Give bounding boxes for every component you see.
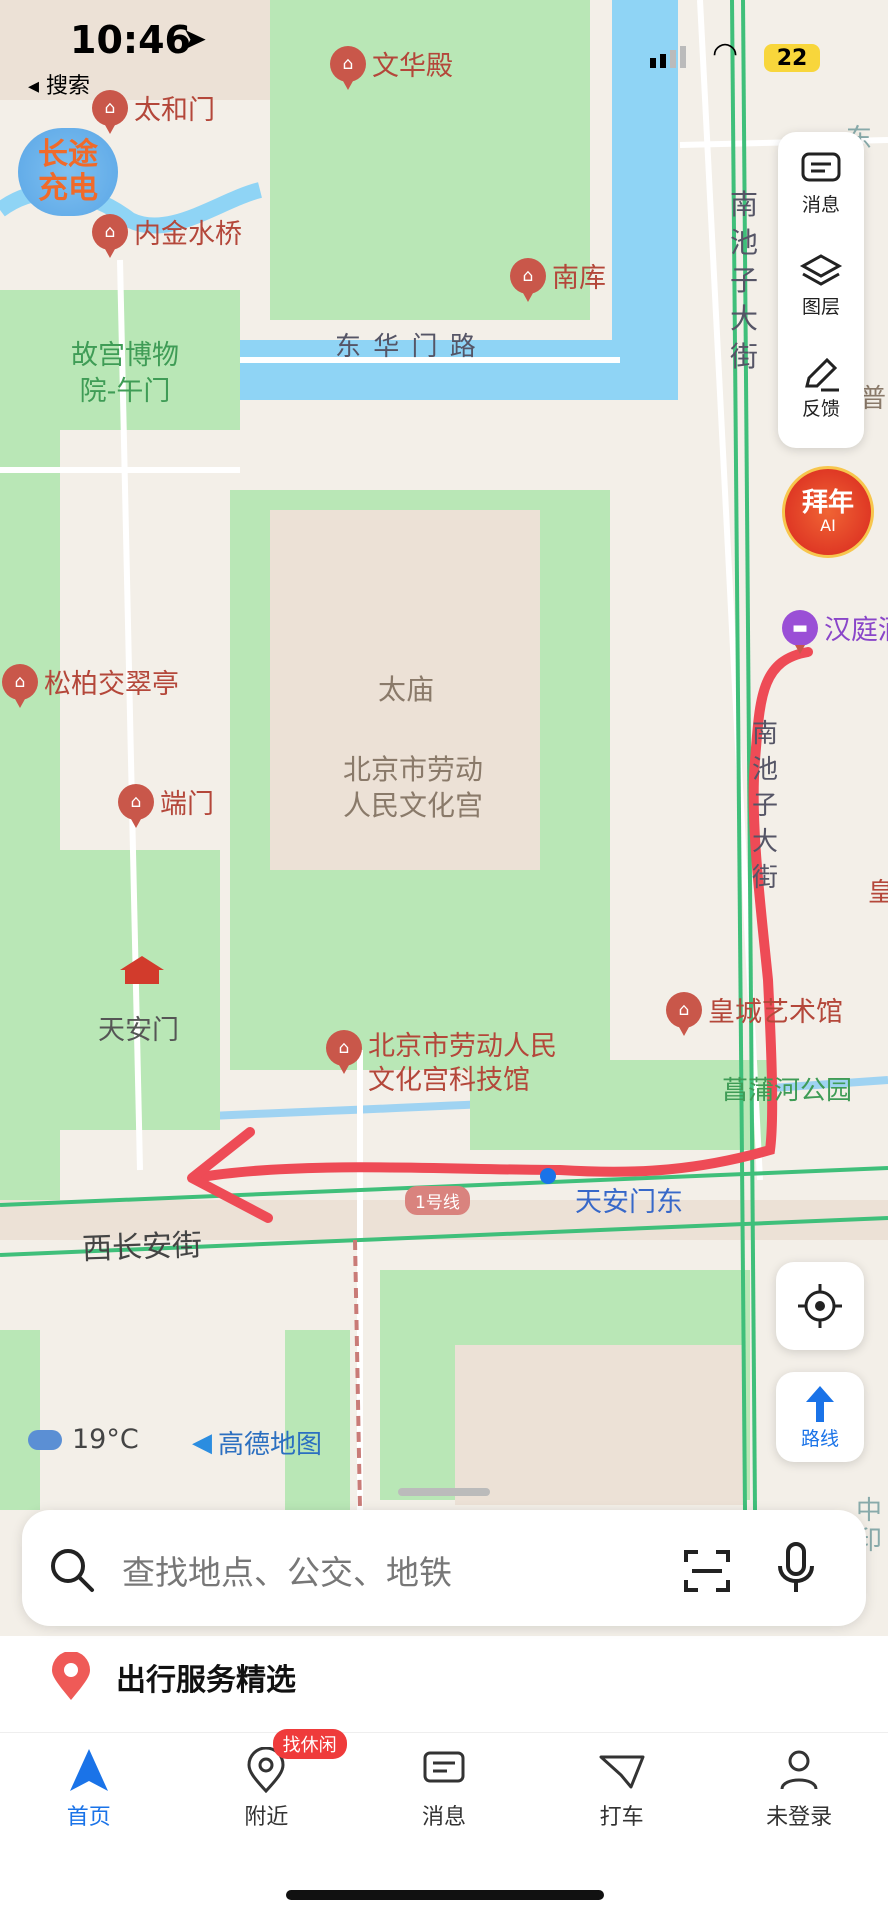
area-label-gugong: 故宫博物院-午门 xyxy=(71,340,179,407)
map-tools-panel: 消息 图层 反馈 xyxy=(778,132,864,448)
tab-label: 首页 xyxy=(66,1805,111,1830)
route-arrow-icon xyxy=(806,1385,834,1422)
weather-temp: 19°C xyxy=(72,1424,139,1455)
poi-songbai[interactable]: ⌂ 松柏交翠亭 xyxy=(2,662,179,708)
location-pin-icon xyxy=(52,1652,90,1700)
sheet-drag-handle[interactable] xyxy=(398,1488,490,1496)
poi-label: 汉庭酒 xyxy=(824,615,888,646)
status-time: 10:46 xyxy=(70,18,191,62)
area-label-laodong-2: 人民文化宫 xyxy=(343,789,484,822)
partial-label-3: 皇 xyxy=(868,878,888,908)
area-label-tiananmen: 天安门 xyxy=(98,1015,179,1046)
cloud-icon xyxy=(28,1429,62,1450)
tab-label: 未登录 xyxy=(766,1805,833,1830)
status-bar: 10:46 ➤ ◂ 搜索 ◠ 22 xyxy=(0,0,888,99)
back-to-search[interactable]: ◂ 搜索 xyxy=(28,68,90,100)
bainian-ai-button[interactable]: 拜年 AI xyxy=(782,466,874,558)
poi-label: 皇城艺术馆 xyxy=(708,997,843,1028)
feedback-label: 反馈 xyxy=(801,397,840,420)
messages-label: 消息 xyxy=(801,193,840,216)
road-label-donghuamen: 东 华 门 路 xyxy=(335,332,478,362)
amap-logo: ◀ 高德地图 xyxy=(192,1424,322,1461)
poi-neijinshuiqiao[interactable]: ⌂ 内金水桥 xyxy=(92,212,242,258)
layers-icon xyxy=(799,253,843,286)
amap-logo-icon: ◀ xyxy=(192,1427,212,1458)
travel-services-title[interactable]: 出行服务精选 xyxy=(48,1652,296,1702)
poi-label: 内金水桥 xyxy=(134,219,242,250)
crosshair-icon xyxy=(798,1284,842,1328)
poi-label: 南库 xyxy=(552,263,606,294)
museum-icon: ⌂ xyxy=(92,89,128,134)
tab-profile[interactable]: 未登录 xyxy=(710,1733,888,1863)
poi-label: 松柏交翠亭 xyxy=(44,669,179,700)
museum-icon: ⌂ xyxy=(92,213,128,258)
metro-line-badge: 1号线 xyxy=(405,1186,470,1215)
tab-label: 消息 xyxy=(421,1805,466,1830)
location-arrow-icon: ➤ xyxy=(182,22,208,57)
museum-icon: ⌂ xyxy=(666,991,702,1036)
tab-home[interactable]: 首页 xyxy=(0,1733,178,1863)
area-label-laodong-1: 北京市劳动 xyxy=(343,753,484,786)
museum-icon: ⌂ xyxy=(2,663,38,708)
bainian-ai-text: AI xyxy=(820,516,836,535)
poi-label: 北京市劳动人民文化宫科技馆 xyxy=(368,1031,557,1096)
poi-duanmen[interactable]: ⌂ 端门 xyxy=(118,782,214,828)
home-indicator[interactable] xyxy=(286,1890,604,1900)
road-label-nanchizi-lower: 南池子大街 xyxy=(752,719,779,893)
nearby-badge: 找休闲 xyxy=(272,1729,347,1759)
user-icon xyxy=(780,1750,818,1790)
travel-services-label: 出行服务精选 xyxy=(116,1663,296,1698)
badge-text-2: 充电 xyxy=(38,171,98,206)
metro-station-label: 天安门东 xyxy=(575,1187,683,1218)
road-label-nanchizi: 南池子大街 xyxy=(730,188,759,373)
bottom-tab-bar: 首页 附近 找休闲 消息 打车 未登录 xyxy=(0,1729,888,1863)
weather-widget: 19°C xyxy=(28,1424,139,1455)
tab-nearby[interactable]: 附近 找休闲 xyxy=(178,1729,356,1863)
layers-label: 图层 xyxy=(801,295,840,318)
scan-icon[interactable] xyxy=(682,1546,732,1596)
poi-label: 端门 xyxy=(160,789,214,820)
amap-brand-text: 高德地图 xyxy=(218,1430,323,1460)
museum-icon: ⌂ xyxy=(510,257,546,302)
feedback-button[interactable]: 反馈 xyxy=(778,336,864,438)
changtu-charging-badge[interactable]: 长途 充电 xyxy=(18,128,118,216)
pencil-icon xyxy=(805,357,839,391)
poi-label: 太和门 xyxy=(134,95,215,126)
badge-text-1: 长途 xyxy=(38,137,98,172)
tab-messages[interactable]: 消息 xyxy=(355,1733,533,1863)
route-label: 路线 xyxy=(800,1427,839,1450)
search-bar[interactable]: 查找地点、公交、地铁 xyxy=(22,1510,866,1626)
tab-label: 打车 xyxy=(599,1805,644,1830)
poi-taihemen[interactable]: ⌂ 太和门 xyxy=(92,88,215,134)
hotel-icon: ▬ xyxy=(782,609,818,654)
taxi-icon xyxy=(599,1755,645,1789)
area-label-park: 菖蒲河公园 xyxy=(722,1076,853,1106)
museum-icon: ⌂ xyxy=(326,1030,362,1074)
message-icon xyxy=(423,1751,465,1783)
tab-taxi[interactable]: 打车 xyxy=(533,1733,711,1863)
route-button[interactable]: 路线 xyxy=(776,1372,864,1462)
area-label-taimiao: 太庙 xyxy=(378,673,435,706)
museum-icon: ⌂ xyxy=(118,783,154,828)
search-input[interactable]: 查找地点、公交、地铁 xyxy=(122,1546,452,1594)
navigation-arrow-icon xyxy=(69,1749,108,1791)
microphone-icon[interactable] xyxy=(776,1540,816,1596)
search-icon xyxy=(51,1549,94,1592)
poi-nanku[interactable]: ⌂ 南库 xyxy=(510,256,606,302)
battery-icon: 22 xyxy=(764,44,820,72)
poi-keji-guan[interactable]: ⌂ 北京市劳动人民文化宫科技馆 xyxy=(326,1030,578,1098)
poi-huangcheng[interactable]: ⌂ 皇城艺术馆 xyxy=(666,990,843,1036)
locate-button[interactable] xyxy=(776,1262,864,1350)
bainian-text: 拜年 xyxy=(801,488,854,518)
chat-icon xyxy=(801,152,841,181)
tab-label: 附近 xyxy=(244,1805,289,1830)
wifi-icon: ◠ xyxy=(712,36,739,71)
signal-icon xyxy=(650,46,686,68)
poi-hanting[interactable]: ▬汉庭酒 xyxy=(782,608,888,654)
messages-button[interactable]: 消息 xyxy=(778,132,864,234)
road-label-xichanganjie: 西长安街 xyxy=(81,1227,203,1268)
layers-button[interactable]: 图层 xyxy=(778,234,864,336)
